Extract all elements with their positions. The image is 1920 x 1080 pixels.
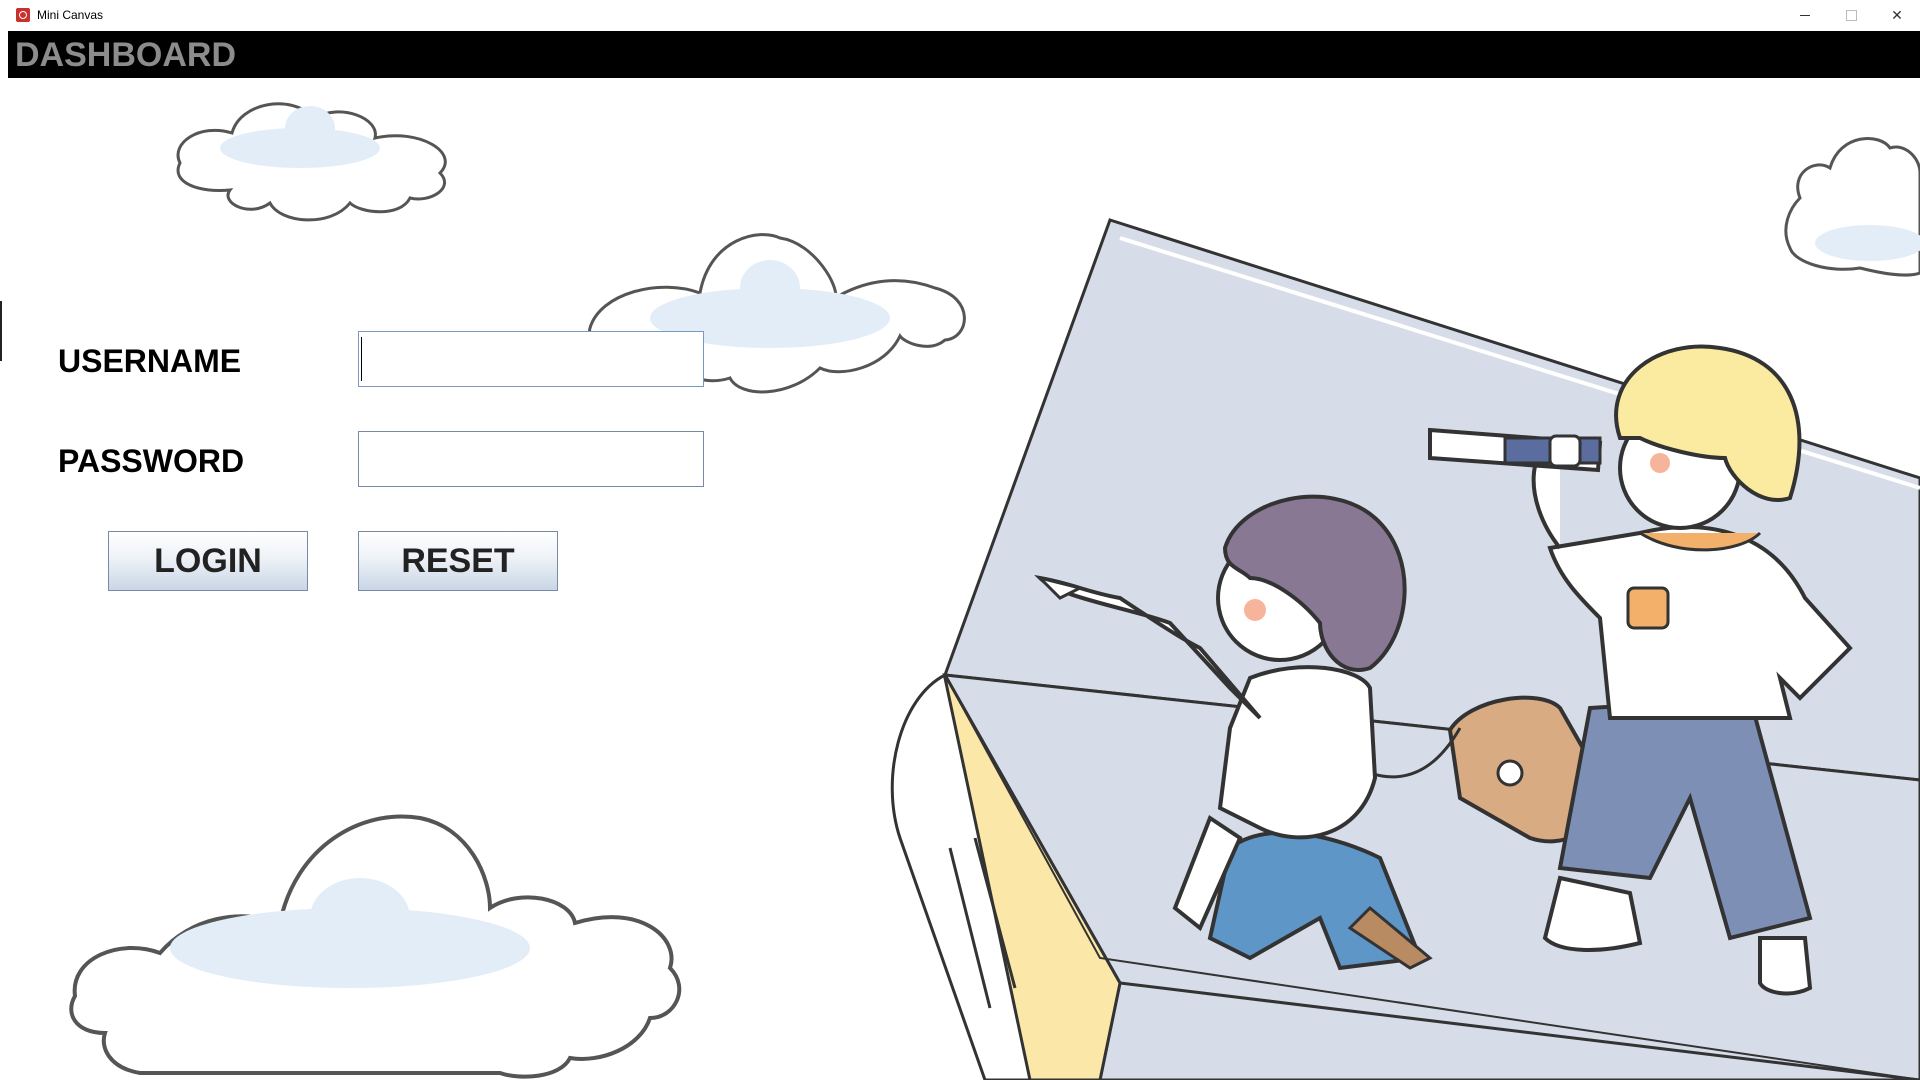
username-input[interactable] [358, 331, 704, 387]
close-icon: ✕ [1891, 6, 1903, 23]
window-title: Mini Canvas [37, 8, 104, 22]
title-bar[interactable]: Mini Canvas ✕ [0, 0, 1920, 32]
maximize-button[interactable] [1828, 0, 1874, 30]
dashboard-title: DASHBOARD [15, 36, 236, 74]
login-button[interactable]: LOGIN [108, 531, 308, 591]
app-window: Mini Canvas ✕ DASHBOARD USERNAME PASSWOR… [0, 0, 1920, 1080]
app-icon [16, 8, 30, 22]
username-label: USERNAME [58, 343, 242, 379]
password-label: PASSWORD [58, 443, 245, 479]
minimize-button[interactable] [1782, 0, 1828, 30]
cloud-icon [69, 814, 682, 1079]
text-caret [361, 337, 362, 381]
close-button[interactable]: ✕ [1874, 0, 1920, 30]
minimize-icon [1800, 14, 1810, 16]
cloud-icon [176, 102, 447, 222]
cloud-icon [1784, 136, 1920, 277]
maximize-icon [1845, 9, 1857, 21]
password-input[interactable] [358, 431, 704, 487]
reset-button[interactable]: RESET [358, 531, 558, 591]
dashboard-header: DASHBOARD [8, 31, 1920, 78]
